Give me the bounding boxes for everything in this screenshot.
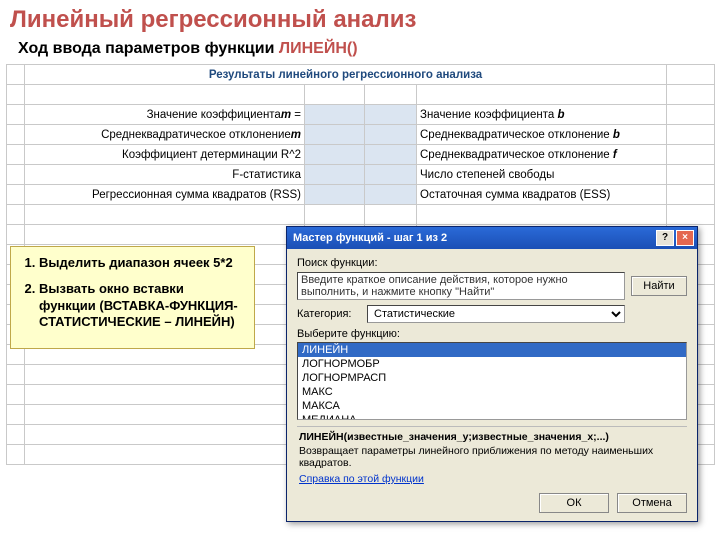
search-label: Поиск функции: — [297, 257, 687, 269]
results-header: Результаты линейного регрессионного анал… — [25, 65, 667, 85]
selected-cell[interactable] — [305, 125, 365, 145]
dialog-titlebar[interactable]: Мастер функций - шаг 1 из 2 ? × — [287, 227, 697, 249]
row-label: Регрессионная сумма квадратов (RSS) — [25, 185, 305, 205]
selected-cell[interactable] — [305, 105, 365, 125]
selected-cell[interactable] — [365, 145, 417, 165]
category-label: Категория: — [297, 308, 361, 320]
cancel-button[interactable]: Отмена — [617, 493, 687, 513]
selected-cell[interactable] — [305, 165, 365, 185]
ok-button[interactable]: ОК — [539, 493, 609, 513]
selected-cell[interactable] — [365, 185, 417, 205]
list-item[interactable]: ЛОГНОРМРАСП — [298, 371, 686, 385]
close-icon[interactable]: × — [676, 230, 694, 246]
function-help-link[interactable]: Справка по этой функции — [299, 473, 424, 485]
list-item[interactable]: МАКС — [298, 385, 686, 399]
selected-cell[interactable] — [365, 125, 417, 145]
selected-cell[interactable] — [305, 145, 365, 165]
row-label: Коэффициент детерминации R^2 — [25, 145, 305, 165]
subtitle-prefix: Ход ввода параметров функции — [18, 40, 279, 57]
selected-cell[interactable] — [305, 185, 365, 205]
list-item[interactable]: МЕДИАНА — [298, 413, 686, 420]
row-label-right: Среднеквадратическое отклонение f — [417, 145, 667, 165]
row-label-right: Число степеней свободы — [417, 165, 667, 185]
row-label-right: Среднеквадратическое отклонение b — [417, 125, 667, 145]
function-syntax-panel: ЛИНЕЙН(известные_значения_у;известные_зн… — [297, 426, 687, 487]
help-icon[interactable]: ? — [656, 230, 674, 246]
category-select[interactable]: Статистические — [367, 305, 625, 323]
row-label: Среднеквадратическое отклонениеm — [25, 125, 305, 145]
function-wizard-dialog: Мастер функций - шаг 1 из 2 ? × Поиск фу… — [286, 226, 698, 522]
instruction-step-2: Вызвать окно вставки функции (ВСТАВКА-ФУ… — [39, 281, 244, 330]
dialog-title: Мастер функций - шаг 1 из 2 — [293, 232, 654, 244]
function-description: Возвращает параметры линейного приближен… — [299, 445, 685, 469]
row-label: F-статистика — [25, 165, 305, 185]
row-label-right: Значение коэффициента b — [417, 105, 667, 125]
instruction-callout: Выделить диапазон ячеек 5*2 Вызвать окно… — [10, 246, 255, 349]
function-signature: ЛИНЕЙН(известные_значения_у;известные_зн… — [299, 431, 685, 443]
slide-subtitle: Ход ввода параметров функции ЛИНЕЙН() — [0, 36, 720, 64]
list-item[interactable]: МАКСА — [298, 399, 686, 413]
instruction-step-1: Выделить диапазон ячеек 5*2 — [39, 255, 244, 271]
slide-title: Линейный регрессионный анализ — [0, 0, 720, 36]
find-button[interactable]: Найти — [631, 276, 687, 296]
subtitle-function: ЛИНЕЙН() — [279, 40, 358, 57]
selected-cell[interactable] — [365, 165, 417, 185]
selected-cell[interactable] — [365, 105, 417, 125]
list-item[interactable]: ЛИНЕЙН — [298, 343, 686, 357]
search-input[interactable]: Введите краткое описание действия, котор… — [297, 272, 625, 300]
list-item[interactable]: ЛОГНОРМОБР — [298, 357, 686, 371]
select-function-label: Выберите функцию: — [297, 328, 687, 340]
row-label-right: Остаточная сумма квадратов (ESS) — [417, 185, 667, 205]
function-listbox[interactable]: ЛИНЕЙН ЛОГНОРМОБР ЛОГНОРМРАСП МАКС МАКСА… — [297, 342, 687, 420]
row-label: Значение коэффициентаm = — [25, 105, 305, 125]
